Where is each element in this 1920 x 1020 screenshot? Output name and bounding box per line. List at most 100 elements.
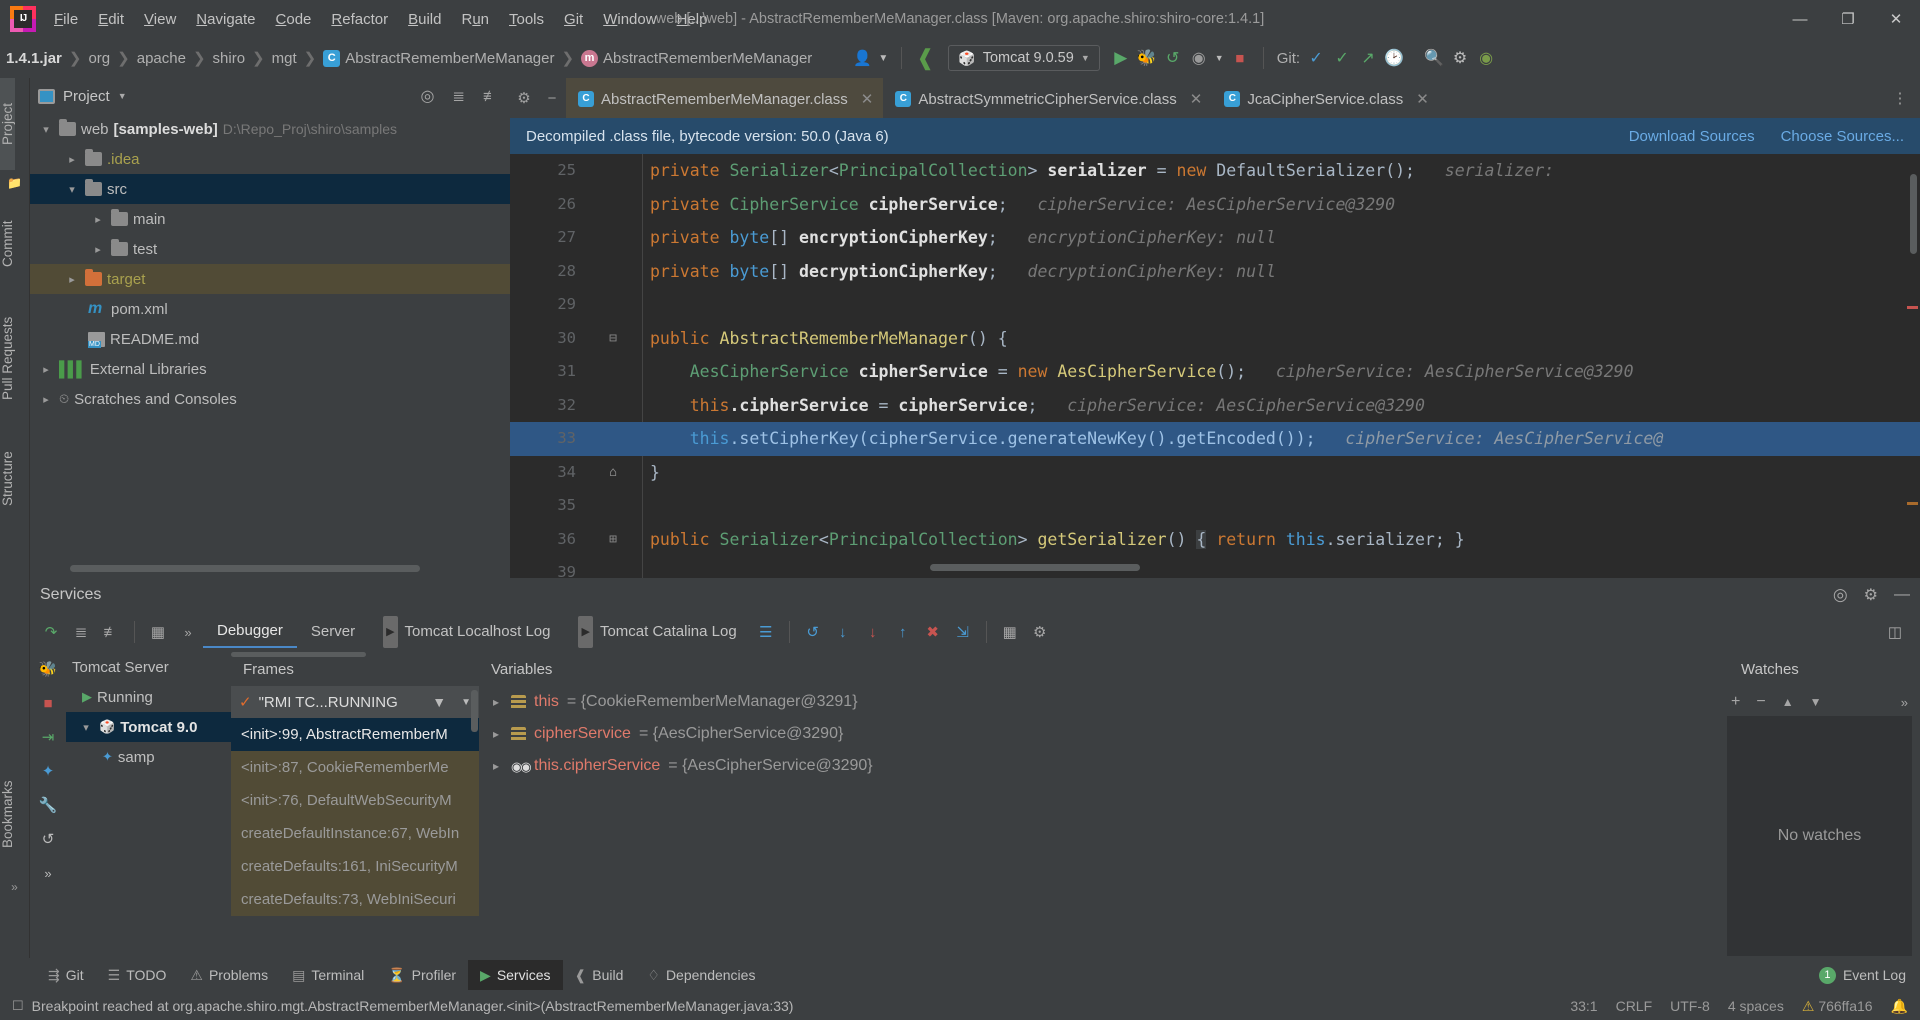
code-line-36[interactable]: 36 ⊞ public Serializer<PrincipalCollecti… [510,523,1920,557]
chevron-down-icon[interactable]: ▼ [461,697,471,708]
debug-breakpoints-icon[interactable]: ✦ [30,754,66,788]
coverage-icon[interactable]: ◉ [1186,45,1212,71]
intention-bulb-icon[interactable] [600,430,614,447]
layout-settings-icon[interactable]: ◫ [1880,617,1910,647]
chevron-right-icon[interactable]: ▸ [64,153,80,166]
bottom-item-todo[interactable]: ☰ TODO [96,960,179,990]
rerun-icon[interactable]: ↺ [1160,45,1186,71]
fold-gutter[interactable] [584,188,642,222]
fold-gutter[interactable] [584,221,642,255]
fold-gutter[interactable]: ⊞ [584,523,642,557]
minimize-icon[interactable]: — [1894,586,1910,604]
expand-all-icon[interactable]: ≣ [66,617,96,647]
error-stripe-marker[interactable] [1907,306,1918,309]
tree-item-scratches[interactable]: ▸ ⏲ Scratches and Consoles [30,384,510,414]
frame-item-5[interactable]: createDefaults:73, WebIniSecuri [231,883,479,916]
editor-vertical-scrollbar[interactable] [1910,174,1917,254]
code-line-39[interactable]: 39 [510,556,1920,578]
variable-row-this-cipherservice[interactable]: ▸ ◉◉ this.cipherService = {AesCipherServ… [479,750,1719,782]
tab-tomcat-catalina-log[interactable]: ▶ Tomcat Catalina Log [564,616,750,648]
line-separator[interactable]: CRLF [1616,998,1653,1014]
chevron-down-icon[interactable]: ▼ [875,45,891,71]
tree-item-readme[interactable]: MD README.md [30,324,510,354]
frame-item-3[interactable]: createDefaultInstance:67, WebIn [231,817,479,850]
git-push-icon[interactable]: ↗ [1355,45,1381,71]
frame-item-4[interactable]: createDefaults:161, IniSecurityM [231,850,479,883]
chevron-right-icon[interactable]: ▸ [38,393,54,406]
debug-icon[interactable]: 🐝 [1134,45,1160,71]
tab-debugger[interactable]: Debugger [203,616,297,648]
menu-code[interactable]: Code [266,7,322,32]
variable-row-cipherservice[interactable]: ▸ cipherService = {AesCipherService@3290… [479,718,1719,750]
tree-item-web[interactable]: ▾ web [samples-web] D:\Repo_Proj\shiro\s… [30,114,510,144]
menu-window[interactable]: Window [593,7,666,32]
frames-horizontal-scrollbar[interactable] [231,652,366,657]
services-tree-item-sample[interactable]: ✦ samp [66,742,231,772]
project-tree[interactable]: ▾ web [samples-web] D:\Repo_Proj\shiro\s… [30,114,510,564]
run-icon[interactable]: ▶ [1108,45,1134,71]
code-line-32[interactable]: 32 this.cipherService = cipherService; c… [510,389,1920,423]
git-history-icon[interactable]: 🕑 [1381,45,1407,71]
frame-item-0[interactable]: <init>:99, AbstractRememberM [231,718,479,751]
code-line-30[interactable]: 30 ⊟ public AbstractRememberMeManager() … [510,322,1920,356]
menu-help[interactable]: Help [667,7,718,32]
stop-icon[interactable]: ■ [1227,45,1253,71]
tree-item-idea[interactable]: ▸ .idea [30,144,510,174]
tab-settings-icon[interactable]: ⚙ [510,84,538,112]
debug-more-icon[interactable]: » [30,856,66,890]
git-commit-icon[interactable]: ✓ [1329,45,1355,71]
menu-file[interactable]: File [44,7,88,32]
breadcrumb-class[interactable]: C AbstractRememberMeManager [320,49,557,67]
tree-item-pom[interactable]: m pom.xml [30,294,510,324]
code-line-26[interactable]: 26 private CipherService cipherService; … [510,188,1920,222]
notifications-icon[interactable]: 🔔 [1891,998,1908,1015]
ide-extra-icon[interactable]: ◉ [1473,45,1499,71]
more-icon[interactable]: » [1901,695,1908,710]
fold-gutter[interactable] [584,422,642,456]
editor-tab-abstract-symmetric-cipher-service[interactable]: C AbstractSymmetricCipherService.class ✕ [883,78,1212,118]
indent-setting[interactable]: 4 spaces [1728,998,1784,1014]
profile-icon[interactable]: 👤 [849,45,875,71]
close-icon[interactable]: ✕ [861,90,874,108]
services-tree-item-tomcat-server[interactable]: Tomcat Server [66,652,231,682]
menu-git[interactable]: Git [554,7,593,32]
breadcrumb-apache[interactable]: apache [134,50,189,67]
bottom-item-profiler[interactable]: ⏳ Profiler [376,960,468,990]
frame-item-2[interactable]: <init>:76, DefaultWebSecurityM [231,784,479,817]
evaluate-expression-icon[interactable]: ▦ [995,617,1025,647]
file-encoding[interactable]: UTF-8 [1670,998,1710,1014]
chevron-right-icon[interactable]: ▸ [489,695,503,709]
editor-tab-abstract-remember-me-manager[interactable]: C AbstractRememberMeManager.class ✕ [566,78,884,118]
services-tree[interactable]: Tomcat Server ▶ Running ▾ 🎲 Tomcat 9.0 ✦… [66,652,231,958]
settings-icon[interactable]: ⚙ [1447,45,1473,71]
fold-gutter[interactable] [584,255,642,289]
fold-gutter[interactable] [584,154,642,188]
chevron-down-icon[interactable]: ▾ [64,183,80,196]
chevron-right-icon[interactable]: ▸ [90,213,106,226]
fold-gutter[interactable] [584,556,642,578]
project-horizontal-scrollbar[interactable] [70,565,420,572]
bottom-item-git[interactable]: ⇶ Git [36,960,96,990]
tree-item-target[interactable]: ▸ target [30,264,510,294]
debug-restart-icon[interactable]: ↺ [30,822,66,856]
step-into-icon[interactable]: ↓ [828,617,858,647]
step-over-icon[interactable]: ↺ [798,617,828,647]
menu-view[interactable]: View [134,7,186,32]
bottom-item-problems[interactable]: ⚠ Problems [178,960,280,990]
search-icon[interactable]: 🔍 [1421,45,1447,71]
code-line-35[interactable]: 35 [510,489,1920,523]
code-editor[interactable]: 25 private Serializer<PrincipalCollectio… [510,154,1920,578]
breadcrumb-org[interactable]: org [85,50,113,67]
download-sources-link[interactable]: Download Sources [1629,128,1755,145]
fold-gutter[interactable] [584,288,642,322]
variable-row-this[interactable]: ▸ this = {CookieRememberMeManager@3291} [479,686,1719,718]
move-up-button[interactable]: ▲ [1782,695,1794,709]
fold-gutter[interactable] [584,355,642,389]
collapse-all-icon[interactable]: ≢ [483,88,498,105]
debug-settings-icon[interactable]: 🔧 [30,788,66,822]
fold-gutter[interactable]: ⊟ [584,322,642,356]
breadcrumb-jar[interactable]: 1.4.1.jar [0,50,65,67]
chevron-right-icon[interactable]: ▸ [64,273,80,286]
caret-position[interactable]: 33:1 [1570,998,1597,1014]
fold-marker-icon[interactable]: ⊟ [609,331,617,346]
